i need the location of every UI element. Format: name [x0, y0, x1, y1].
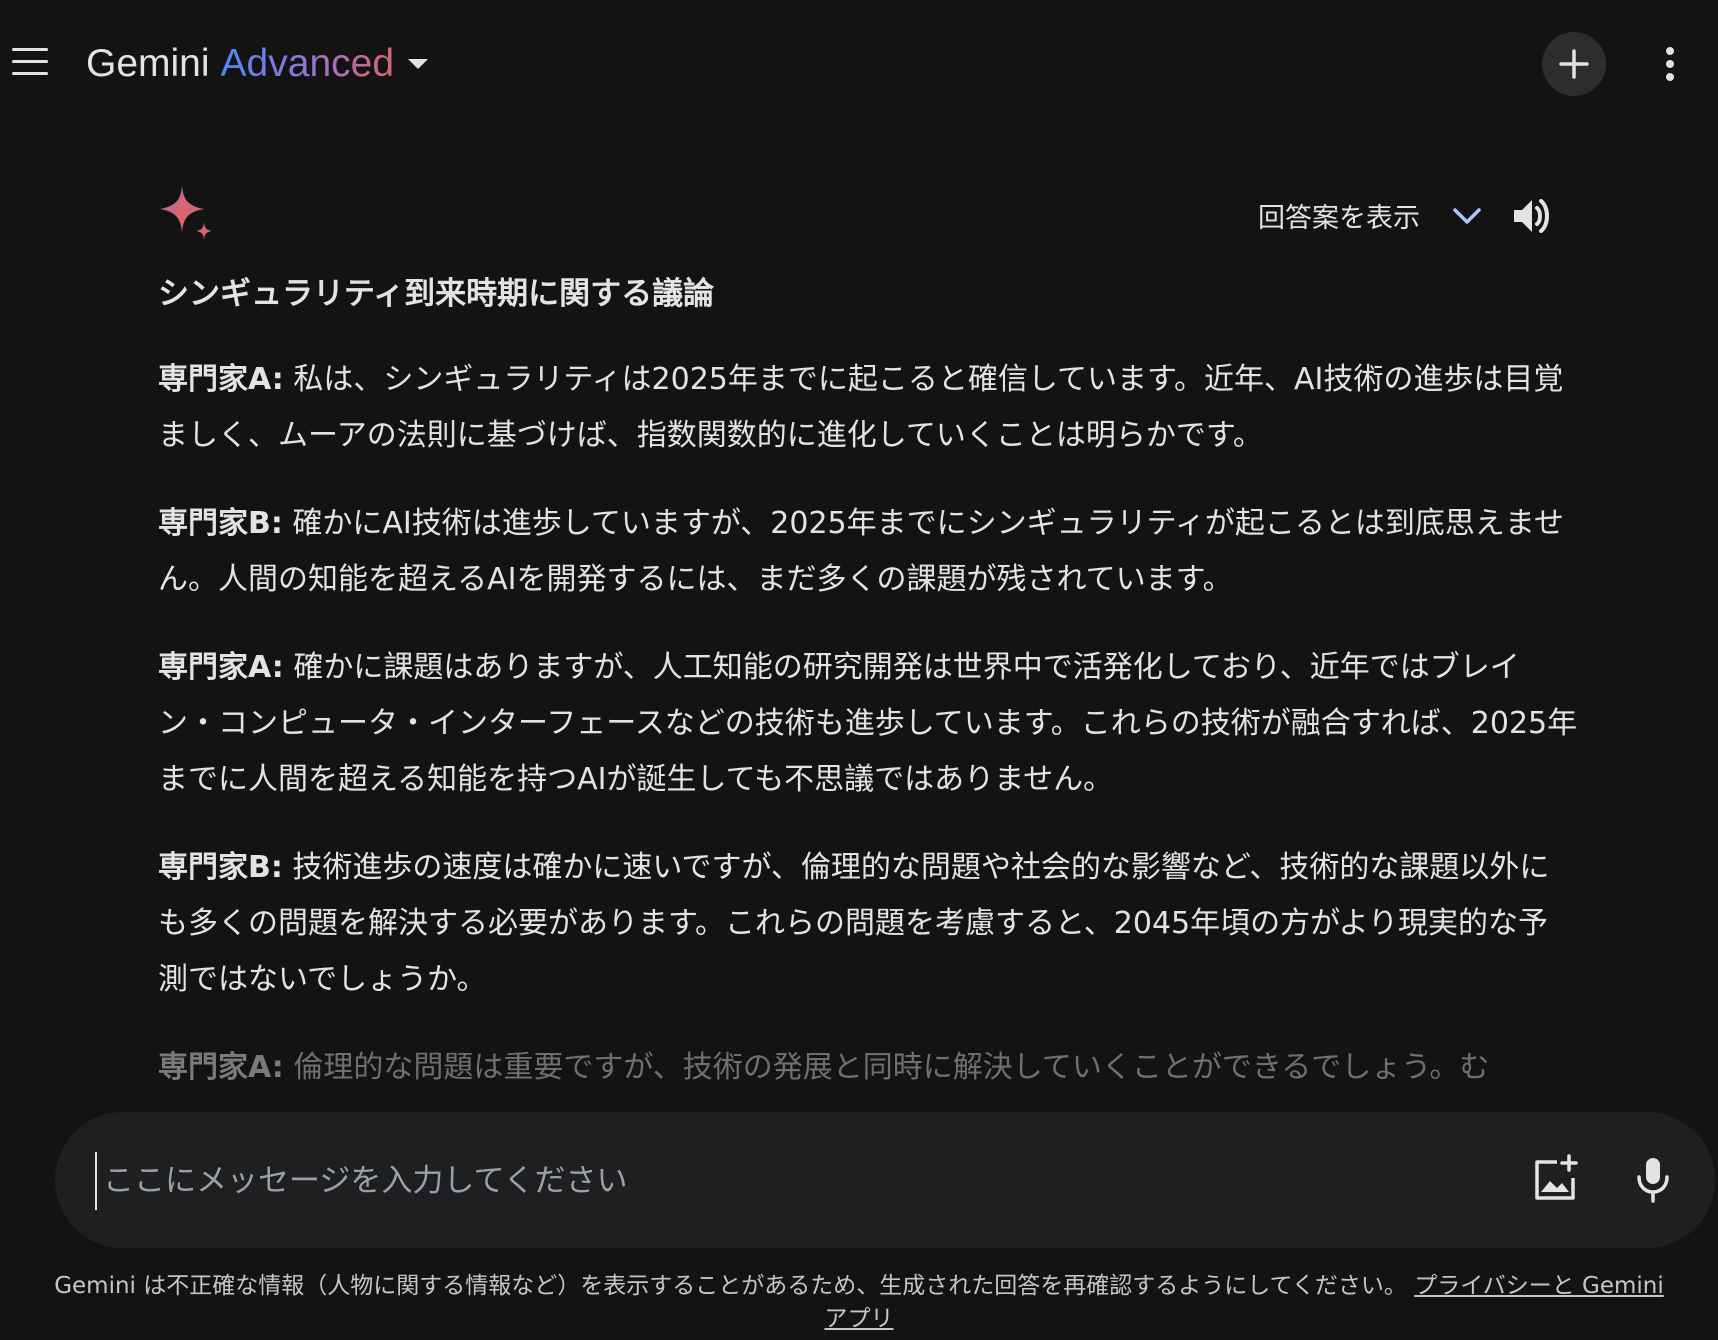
disclaimer-text: Gemini は不正確な情報（人物に関する情報など）を表示することがあるため、生… [54, 1273, 1407, 1299]
read-aloud-button[interactable] [1508, 192, 1556, 240]
disclaimer-footer: Gemini は不正確な情報（人物に関する情報など）を表示することがあるため、生… [40, 1270, 1678, 1336]
menu-icon-bar [12, 48, 48, 51]
dialogue-paragraph: 専門家A: 私は、シンギュラリティは2025年までに起こると確信しています。近年… [158, 352, 1578, 464]
paragraph-text: 確かに課題はありますが、人工知能の研究開発は世界中で活発化しており、近年ではブレ… [158, 650, 1578, 797]
show-drafts-button[interactable]: 回答案を表示 [1258, 196, 1482, 235]
prompt-input[interactable] [95, 1152, 1505, 1210]
top-bar: Gemini Advanced [0, 0, 1718, 130]
volume-icon [1514, 199, 1549, 233]
model-tier: Advanced [220, 42, 395, 85]
brand-name: Gemini [86, 42, 210, 85]
more-options-button[interactable] [1648, 38, 1692, 90]
menu-icon-bar [12, 72, 48, 75]
chevron-down-icon [1453, 207, 1481, 224]
more-vertical-icon [1666, 47, 1674, 81]
show-drafts-label: 回答案を表示 [1258, 203, 1420, 234]
speaker-label: 専門家A: [158, 650, 284, 685]
prompt-bar [55, 1112, 1715, 1248]
gemini-app: Gemini Advanced 回答案を表示 シンギュラリティ到来時期に関する議… [0, 0, 1718, 1340]
response-text: シンギュラリティ到来時期に関する議論 専門家A: 私は、シンギュラリティは202… [158, 272, 1578, 1110]
mic-icon [1637, 1158, 1669, 1203]
image-upload-button[interactable] [1527, 1152, 1583, 1208]
speaker-label: 専門家A: [158, 1050, 284, 1085]
paragraph-text: 倫理的な問題は重要ですが、技術の発展と同時に解決していくことができるでしょう。む [283, 1050, 1490, 1085]
dialogue-paragraph: 専門家B: 確かにAI技術は進歩していますが、2025年までにシンギュラリティが… [158, 496, 1578, 608]
menu-icon-bar [12, 60, 48, 63]
paragraph-text: 技術進歩の速度は確かに速いですが、倫理的な問題や社会的な影響など、技術的な課題以… [158, 850, 1550, 997]
dialogue-paragraph: 専門家A: 確かに課題はありますが、人工知能の研究開発は世界中で活発化しており、… [158, 640, 1578, 808]
speaker-label: 専門家B: [158, 850, 283, 885]
caret-down-icon [408, 59, 429, 69]
image-add-icon [1535, 1154, 1578, 1200]
sparkle-icon [160, 186, 212, 240]
model-response: 回答案を表示 シンギュラリティ到来時期に関する議論 専門家A: 私は、シンギュラ… [158, 180, 1578, 1110]
plus-icon [1559, 49, 1589, 79]
voice-input-button[interactable] [1625, 1152, 1681, 1208]
speaker-label: 専門家A: [158, 362, 284, 397]
dialogue-paragraph: 専門家B: 技術進歩の速度は確かに速いですが、倫理的な問題や社会的な影響など、技… [158, 840, 1578, 1008]
response-heading: シンギュラリティ到来時期に関する議論 [158, 276, 715, 312]
dialogue-paragraph-fading: 専門家A: 倫理的な問題は重要ですが、技術の発展と同時に解決していくことができる… [158, 1040, 1578, 1096]
paragraph-text: 確かにAI技術は進歩していますが、2025年までにシンギュラリティが起こるとは到… [158, 506, 1564, 597]
speaker-label: 専門家B: [158, 506, 283, 541]
main-menu-button[interactable] [8, 44, 52, 84]
new-chat-button[interactable] [1542, 32, 1606, 96]
paragraph-text: 私は、シンギュラリティは2025年までに起こると確信しています。近年、AI技術の… [158, 362, 1564, 453]
model-switcher[interactable]: Gemini Advanced [86, 38, 429, 90]
